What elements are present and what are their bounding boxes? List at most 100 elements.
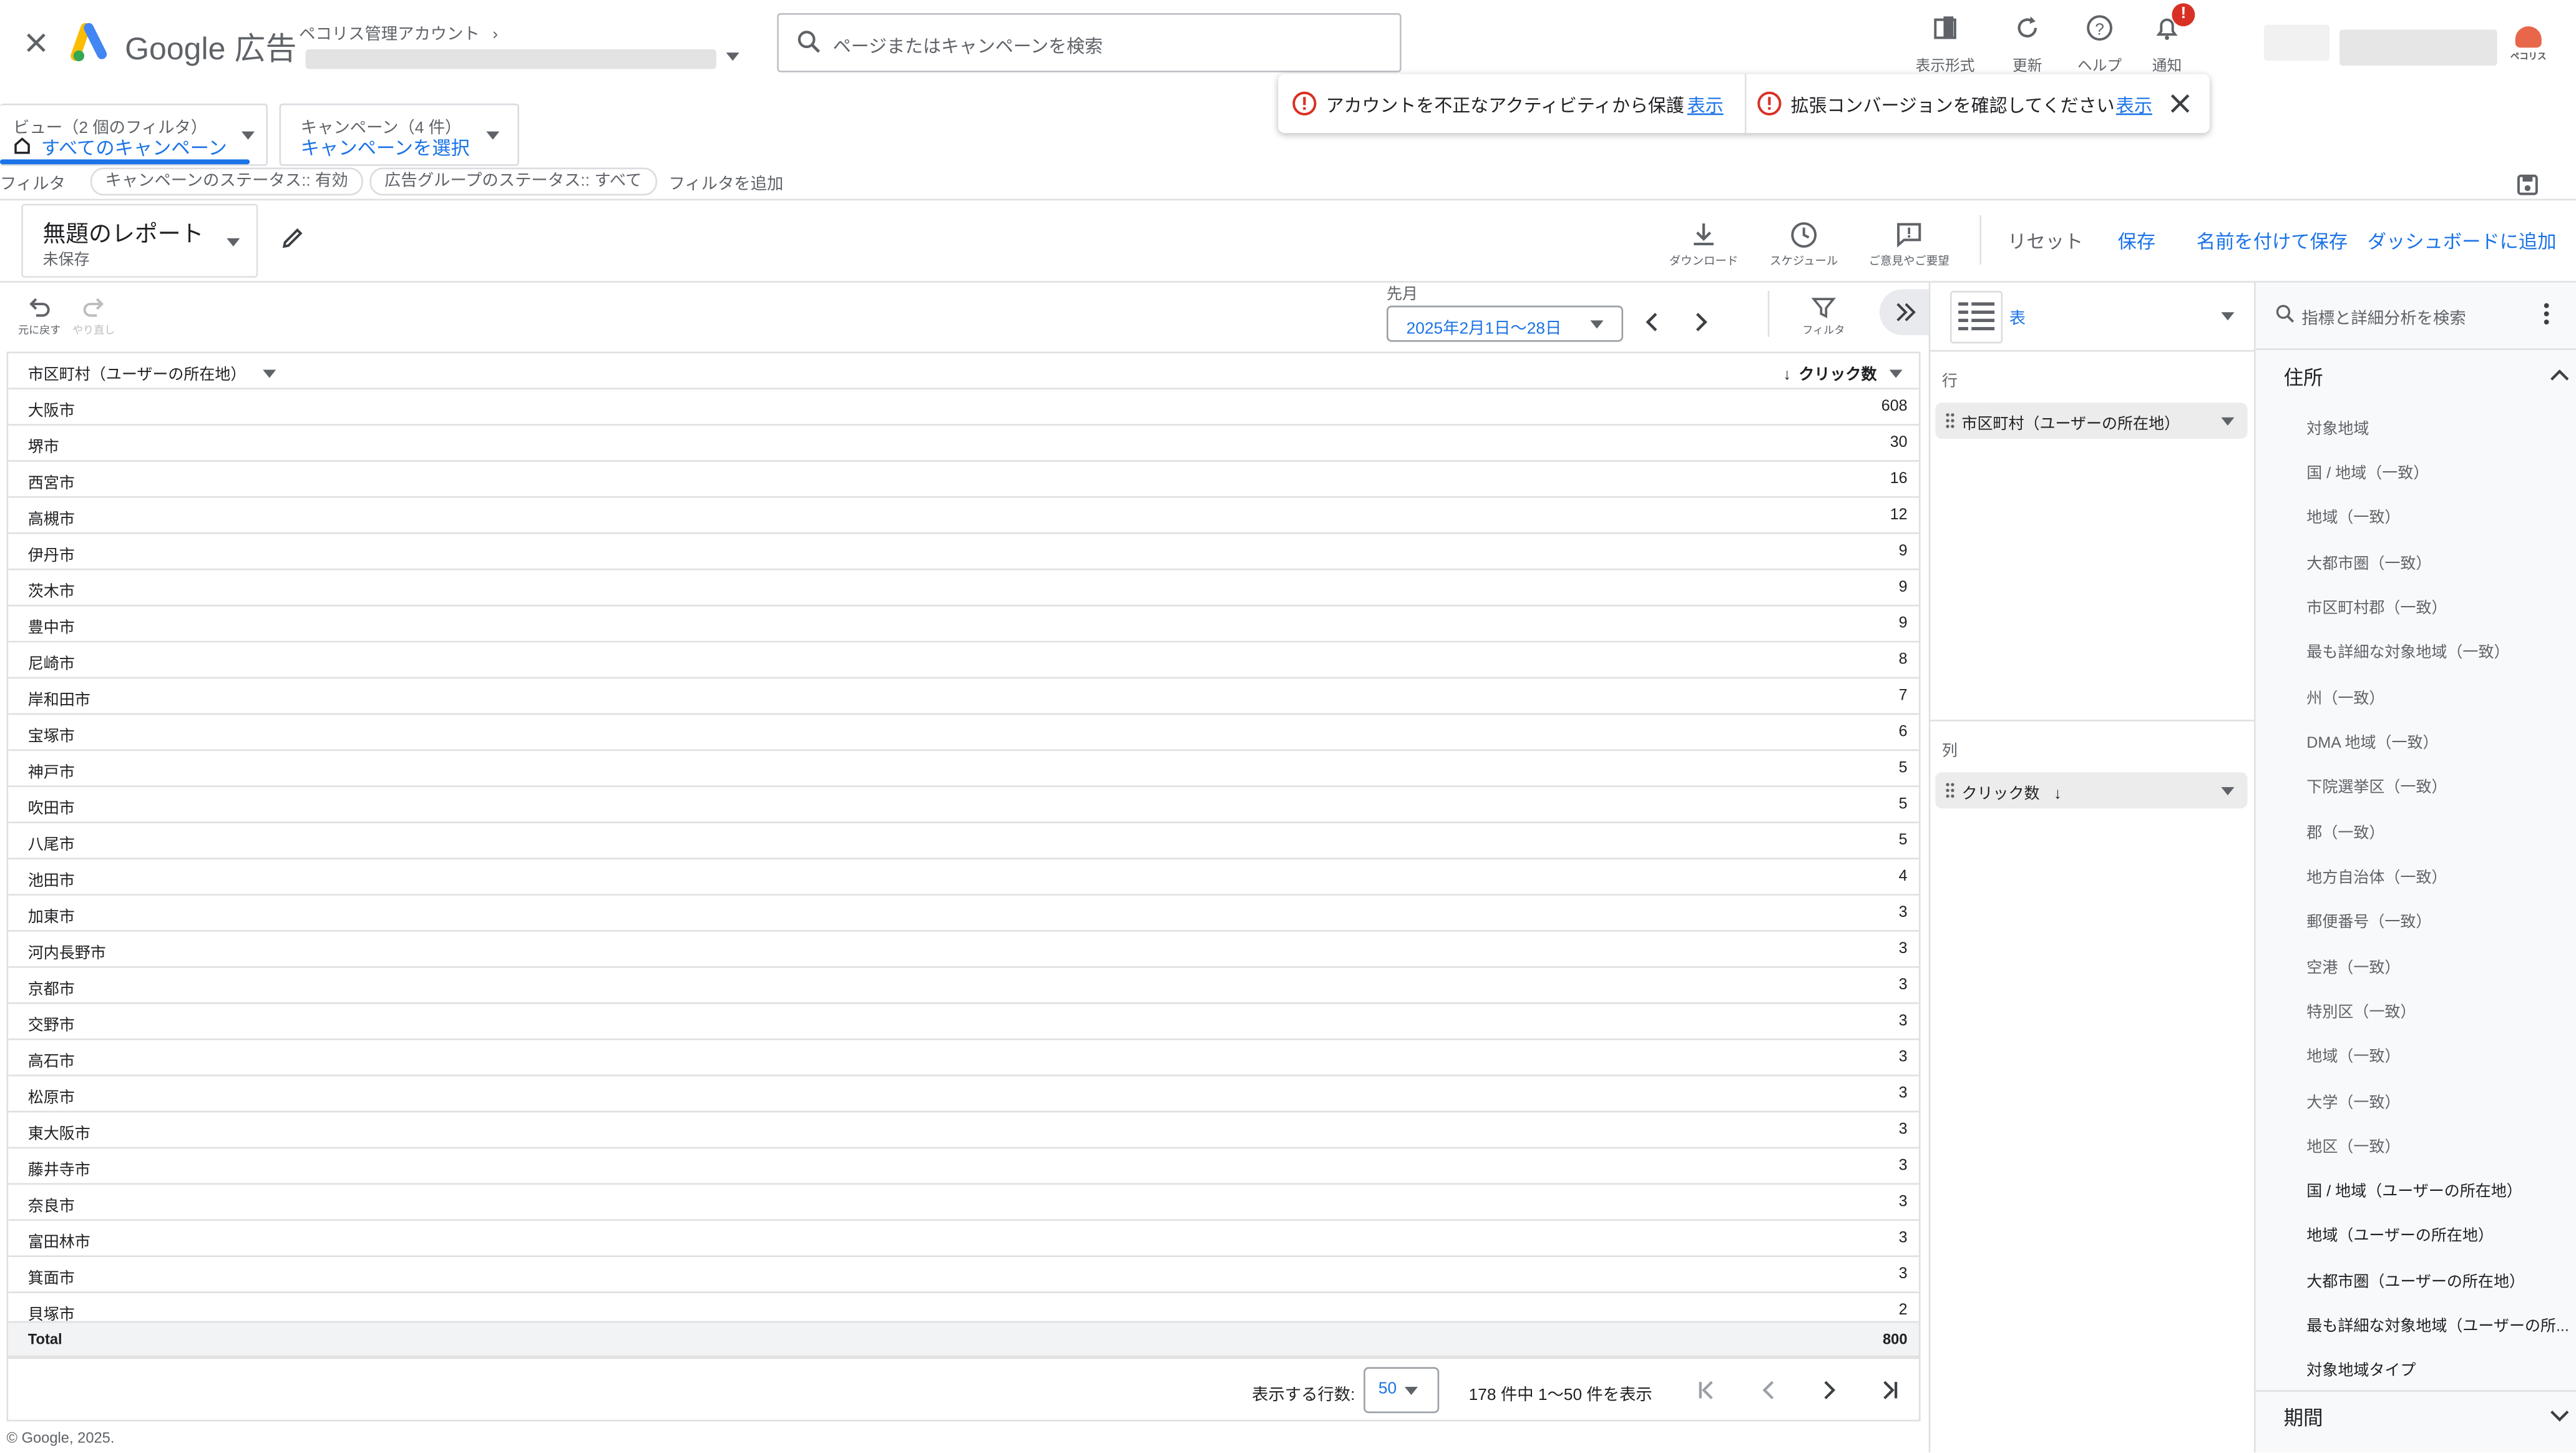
address-section-header[interactable]: 住所	[2283, 363, 2323, 391]
filter-divider	[0, 198, 2576, 201]
table-row: 八尾市 5	[8, 823, 1919, 859]
field-item[interactable]: 対象地域	[2306, 416, 2369, 439]
previous-period-icon[interactable]	[1641, 309, 1664, 335]
campaign-picker[interactable]: キャンペーン（4 件） キャンペーンを選択	[279, 103, 519, 166]
help-button[interactable]: ? ヘルプ	[2064, 10, 2136, 74]
date-range-picker[interactable]: 2025年2月1日〜28日	[1386, 305, 1624, 342]
undo-button[interactable]: 元に戻す	[16, 294, 62, 337]
field-item[interactable]: 大都市圏（一致）	[2306, 550, 2431, 574]
report-dropdown-icon	[227, 238, 240, 247]
filter-label: フィルタ	[0, 175, 66, 194]
reset-button[interactable]: リセット	[2008, 228, 2083, 255]
field-panel-divider	[2255, 1390, 2576, 1392]
search-box[interactable]: ページまたはキャンペーンを検索	[777, 13, 1402, 72]
field-item[interactable]: DMA 地域（一致）	[2306, 730, 2438, 753]
row-field-label: 市区町村（ユーザーの所在地）	[1961, 416, 2180, 434]
column-header-city[interactable]: 市区町村（ユーザーの所在地）	[28, 361, 277, 384]
field-item[interactable]: 最も詳細な対象地域（ユーザーの所...	[2306, 1313, 2569, 1336]
save-as-button[interactable]: 名前を付けて保存	[2197, 228, 2348, 255]
chart-type-dropdown-icon[interactable]	[2221, 312, 2235, 321]
download-label: ダウンロード	[1669, 256, 1739, 268]
field-item[interactable]: 郡（一致）	[2306, 820, 2384, 843]
field-item[interactable]: 州（一致）	[2306, 685, 2384, 708]
field-item[interactable]: 対象地域タイプ	[2306, 1358, 2416, 1381]
close-icon[interactable]	[2169, 92, 2192, 115]
refresh-button[interactable]: 更新	[1991, 10, 2064, 74]
filter-chip-campaign-status[interactable]: キャンペーンのステータス:: 有効	[90, 167, 363, 196]
field-item[interactable]: 大学（一致）	[2306, 1089, 2400, 1112]
field-item[interactable]: 最も詳細な対象地域（一致）	[2306, 639, 2509, 662]
account-breadcrumb[interactable]: ペコリス管理アカウント ›	[299, 20, 498, 44]
field-item[interactable]: 空港（一致）	[2306, 955, 2400, 977]
column-header-clicks[interactable]: ↓ クリック数	[1783, 361, 1903, 384]
cell-city: 高石市	[27, 1053, 75, 1072]
drag-handle-icon[interactable]	[1945, 782, 1955, 798]
last-page-icon[interactable]	[1876, 1377, 1903, 1403]
chevron-right-icon: ›	[492, 26, 499, 45]
view-picker[interactable]: ビュー（2 個のフィルタ） すべてのキャンペーン	[0, 103, 268, 166]
filter-button[interactable]: フィルタ	[1797, 294, 1850, 337]
field-item[interactable]: 国 / 地域（一致）	[2306, 460, 2429, 483]
field-item[interactable]: 特別区（一致）	[2306, 999, 2416, 1022]
schedule-button[interactable]: スケジュール	[1758, 220, 1850, 270]
cell-clicks: 3	[1898, 1048, 1908, 1067]
notice-text-conversions: 拡張コンバージョンを確認してください	[1790, 97, 2115, 117]
account-dropdown-icon[interactable]	[726, 52, 739, 61]
toolbar-divider	[1979, 215, 1982, 265]
field-item[interactable]: 地区（一致）	[2306, 1134, 2400, 1157]
field-search-input[interactable]: 指標と詳細分析を検索	[2301, 304, 2466, 329]
download-button[interactable]: ダウンロード	[1657, 220, 1749, 270]
save-view-icon[interactable]	[2515, 172, 2540, 197]
first-page-icon[interactable]	[1694, 1377, 1720, 1403]
next-period-icon[interactable]	[1689, 309, 1712, 335]
field-item[interactable]: 郵便番号（一致）	[2306, 909, 2431, 932]
field-item[interactable]: 大都市圏（ユーザーの所在地）	[2306, 1268, 2525, 1291]
table-row: 箕面市 3	[8, 1257, 1919, 1293]
rows-per-page-select[interactable]: 50	[1364, 1367, 1440, 1414]
edit-icon[interactable]	[280, 225, 306, 252]
drag-handle-icon[interactable]	[1945, 413, 1955, 429]
period-label: 先月	[1386, 286, 1418, 305]
field-item[interactable]: 地方自治体（一致）	[2306, 864, 2447, 888]
chevron-down-icon[interactable]	[2548, 1408, 2571, 1424]
account-avatar[interactable]: ペコリス	[2509, 24, 2548, 64]
field-item[interactable]: 下院選挙区（一致）	[2306, 774, 2447, 797]
field-item[interactable]: 地域（ユーザーの所在地）	[2306, 1223, 2494, 1246]
more-options-icon[interactable]	[2540, 302, 2553, 325]
notice-link-security[interactable]: 表示	[1687, 92, 1724, 118]
collapse-panel-button[interactable]	[1879, 289, 1929, 336]
filter-chip-adgroup-status[interactable]: 広告グループのステータス:: すべて	[369, 167, 657, 196]
add-filter-button[interactable]: フィルタを追加	[669, 169, 784, 194]
table-row: 伊丹市 9	[8, 534, 1919, 570]
previous-page-icon[interactable]	[1756, 1377, 1782, 1403]
field-item[interactable]: 市区町村郡（一致）	[2306, 595, 2447, 618]
avatar-text: ペコリス	[2510, 52, 2547, 63]
cell-clicks: 5	[1898, 759, 1908, 778]
notifications-button[interactable]: 通知 !	[2131, 3, 2203, 74]
table-row: 松原市 3	[8, 1076, 1919, 1113]
double-chevron-icon	[1896, 303, 1916, 321]
report-title-box[interactable]: 無題のレポート 未保存	[21, 203, 258, 278]
clock-icon	[1791, 222, 1817, 248]
appearance-button[interactable]: 表示形式	[1909, 10, 1981, 74]
row-field-chip[interactable]: 市区町村（ユーザーの所在地）	[1935, 403, 2248, 439]
chevron-up-icon[interactable]	[2548, 366, 2571, 383]
save-button[interactable]: 保存	[2118, 228, 2156, 255]
field-item[interactable]: 国 / 地域（ユーザーの所在地）	[2306, 1178, 2522, 1201]
close-icon[interactable]	[21, 28, 51, 57]
table-row: 神戸市 5	[8, 751, 1919, 788]
cell-city: 東大阪市	[27, 1125, 90, 1144]
next-page-icon[interactable]	[1815, 1377, 1842, 1403]
column-field-chip[interactable]: クリック数 ↓	[1935, 772, 2248, 809]
notice-link-conversions[interactable]: 表示	[2116, 92, 2152, 118]
field-item[interactable]: 地域（一致）	[2306, 1044, 2400, 1067]
redo-button[interactable]: やり直し	[69, 294, 119, 337]
cell-city: 池田市	[27, 872, 75, 891]
chart-type-selector[interactable]: 表	[2009, 304, 2026, 329]
period-section-header[interactable]: 期間	[2283, 1403, 2323, 1431]
add-to-dashboard-button[interactable]: ダッシュボードに追加	[2368, 228, 2557, 255]
column-field-dropdown-icon	[2221, 787, 2235, 796]
config-divider	[1928, 350, 2255, 352]
field-item[interactable]: 地域（一致）	[2306, 504, 2400, 527]
feedback-button[interactable]: ご意見やご要望	[1863, 220, 1954, 270]
